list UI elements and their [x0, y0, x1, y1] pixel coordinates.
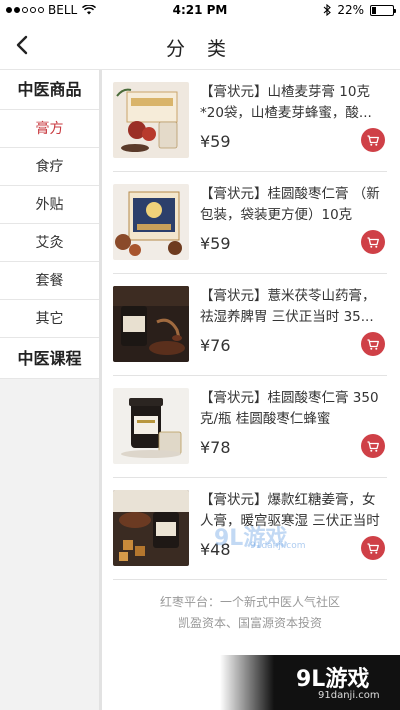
footer-line-investors: 凯盈资本、国富源资本投资 — [177, 616, 322, 630]
cart-icon — [367, 135, 379, 146]
cart-icon — [367, 237, 379, 248]
battery-icon — [370, 4, 396, 16]
product-image[interactable] — [113, 82, 189, 158]
watermark-url: 91danji.com — [318, 690, 380, 701]
sidebar-item-taocan[interactable]: 套餐 — [0, 262, 99, 300]
sidebar-item-waitie[interactable]: 外贴 — [0, 186, 99, 224]
add-to-cart-button[interactable] — [361, 230, 385, 254]
sidebar-item-shiliao[interactable]: 食疗 — [0, 148, 99, 186]
sidebar-section-courses[interactable]: 中医课程 — [0, 338, 99, 379]
battery-percent: 22% — [337, 3, 364, 17]
footer-info: 红枣平台：一个新式中医人气社区 凯盈资本、国富源资本投资 — [113, 592, 387, 634]
sidebar-item-qita[interactable]: 其它 — [0, 300, 99, 338]
product-item[interactable]: 【膏状元】薏米茯苓山药膏，祛湿养脾胃 三伏正当时 35... ¥76 — [113, 274, 387, 376]
status-right: 22% — [323, 3, 396, 17]
cart-icon — [367, 543, 379, 554]
bluetooth-icon — [323, 4, 332, 16]
watermark-mid-url: 91danji.com — [250, 541, 306, 551]
product-item[interactable]: 【膏状元】桂圆酸枣仁膏 350克/瓶 桂圆酸枣仁蜂蜜 ¥78 — [113, 376, 387, 478]
product-item[interactable]: 【膏状元】桂圆酸枣仁膏 （新包装，袋装更方便）10克*2... ¥59 — [113, 172, 387, 274]
product-title[interactable]: 【膏状元】薏米茯苓山药膏，祛湿养脾胃 三伏正当时 35... — [200, 286, 380, 328]
product-title[interactable]: 【膏状元】桂圆酸枣仁膏 350克/瓶 桂圆酸枣仁蜂蜜 — [200, 388, 380, 430]
product-price: ¥59 — [200, 234, 231, 253]
product-price: ¥76 — [200, 336, 231, 355]
product-image[interactable] — [113, 184, 189, 260]
product-item[interactable]: 【膏状元】山楂麦芽膏 10克*20袋，山楂麦芽蜂蜜，酸... ¥59 — [113, 70, 387, 172]
battery-fill — [372, 6, 377, 14]
sidebar-section-goods[interactable]: 中医商品 — [0, 70, 99, 110]
nav-bar: 分 类 — [0, 22, 400, 70]
product-title[interactable]: 【膏状元】桂圆酸枣仁膏 （新包装，袋装更方便）10克*2... — [200, 184, 380, 226]
product-image[interactable] — [113, 490, 189, 566]
sidebar-item-gaofang[interactable]: 膏方 — [0, 110, 99, 148]
product-price: ¥78 — [200, 438, 231, 457]
add-to-cart-button[interactable] — [361, 536, 385, 560]
product-image[interactable] — [113, 388, 189, 464]
cart-icon — [367, 441, 379, 452]
add-to-cart-button[interactable] — [361, 332, 385, 356]
footer-line-platform: 红枣平台：一个新式中医人气社区 — [159, 595, 340, 609]
category-sidebar: 中医商品 膏方 食疗 外贴 艾灸 套餐 其它 中医课程 — [0, 70, 102, 710]
add-to-cart-button[interactable] — [361, 128, 385, 152]
sidebar-item-aijiu[interactable]: 艾灸 — [0, 224, 99, 262]
cart-icon — [367, 339, 379, 350]
product-price: ¥59 — [200, 132, 231, 151]
product-title[interactable]: 【膏状元】山楂麦芽膏 10克*20袋，山楂麦芽蜂蜜，酸... — [200, 82, 380, 124]
watermark-logo: 9L游戏 — [296, 667, 370, 692]
product-image[interactable] — [113, 286, 189, 362]
page-title: 分 类 — [165, 38, 235, 60]
status-bar: BELL 4:21 PM 22% — [0, 0, 400, 22]
add-to-cart-button[interactable] — [361, 434, 385, 458]
